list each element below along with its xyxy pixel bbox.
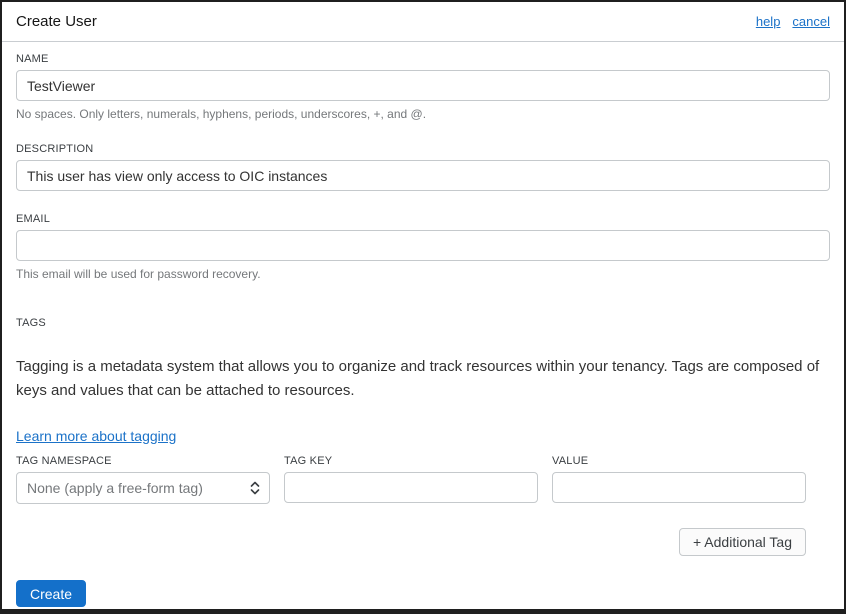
footer-actions: Create	[16, 580, 830, 607]
create-button[interactable]: Create	[16, 580, 87, 607]
additional-tag-button[interactable]: + Additional Tag	[679, 528, 806, 556]
description-field-group: DESCRIPTION	[16, 143, 830, 191]
description-label: DESCRIPTION	[16, 143, 94, 155]
tag-key-input[interactable]	[284, 472, 538, 503]
tag-input-row: TAG NAMESPACE None (apply a free-form ta…	[16, 455, 806, 504]
tag-key-label: TAG KEY	[284, 455, 333, 467]
tag-namespace-label: TAG NAMESPACE	[16, 455, 112, 467]
email-helper-text: This email will be used for password rec…	[16, 267, 261, 281]
tag-namespace-column: TAG NAMESPACE None (apply a free-form ta…	[16, 455, 270, 504]
email-label: EMAIL	[16, 213, 51, 225]
name-input[interactable]	[16, 70, 830, 101]
tag-namespace-select-wrap: None (apply a free-form tag)	[16, 472, 270, 504]
additional-tag-row: + Additional Tag	[16, 528, 806, 556]
header-links: help cancel	[756, 14, 830, 29]
learn-more-row: Learn more about tagging	[16, 428, 830, 446]
tags-description-text: Tagging is a metadata system that allows…	[16, 358, 820, 399]
page-title: Create User	[16, 13, 97, 30]
name-field-group: NAME No spaces. Only letters, numerals, …	[16, 53, 830, 121]
learn-more-tagging-link[interactable]: Learn more about tagging	[16, 428, 176, 444]
tags-section-label: TAGS	[16, 317, 46, 329]
name-label: NAME	[16, 53, 49, 65]
panel-body: NAME No spaces. Only letters, numerals, …	[2, 42, 844, 609]
create-user-panel: Create User help cancel NAME No spaces. …	[0, 0, 846, 614]
help-link[interactable]: help	[756, 14, 781, 29]
email-input[interactable]	[16, 230, 830, 261]
email-field-group: EMAIL This email will be used for passwo…	[16, 213, 830, 281]
tag-namespace-select[interactable]: None (apply a free-form tag)	[16, 472, 270, 504]
cancel-link[interactable]: cancel	[792, 14, 830, 29]
tags-section: TAGS Tagging is a metadata system that a…	[16, 317, 830, 556]
tag-value-input[interactable]	[552, 472, 806, 503]
tag-value-label: VALUE	[552, 455, 589, 467]
tag-key-column: TAG KEY	[284, 455, 538, 504]
panel-header: Create User help cancel	[2, 2, 844, 42]
description-input[interactable]	[16, 160, 830, 191]
tag-value-column: VALUE	[552, 455, 806, 504]
name-helper-text: No spaces. Only letters, numerals, hyphe…	[16, 107, 427, 121]
